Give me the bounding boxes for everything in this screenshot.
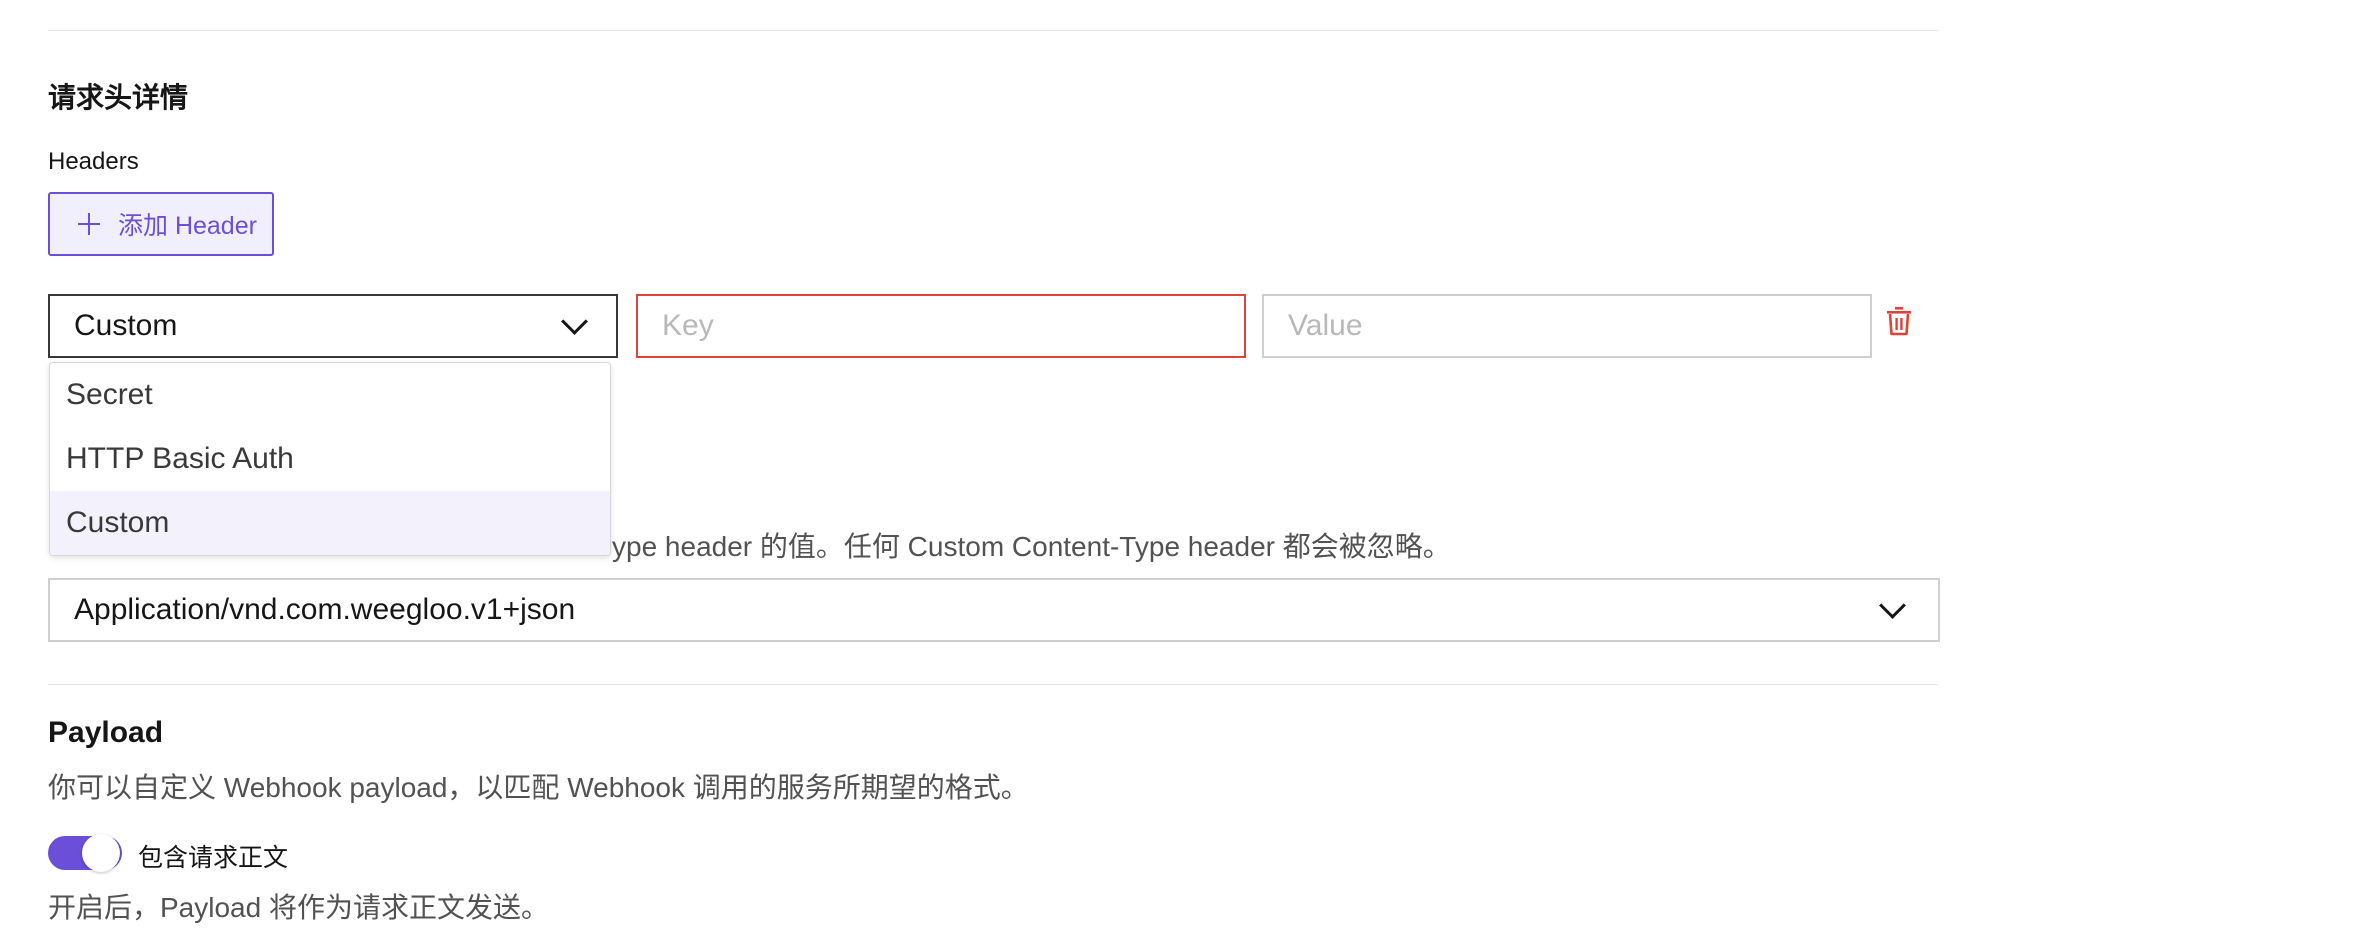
payload-description: 你可以自定义 Webhook payload，以匹配 Webhook 调用的服务… [48,772,1029,803]
header-key-input-wrapper [636,294,1246,358]
content-type-value: Application/vnd.com.weegloo.v1+json [74,593,576,626]
header-key-input[interactable] [638,308,1244,344]
trash-icon[interactable] [1886,306,1912,336]
chevron-down-icon [561,307,588,335]
include-body-help: 开启后，Payload 将作为请求正文发送。 [48,892,549,923]
add-header-label: 添加 Header [118,212,257,240]
content-type-help: ype header 的值。任何 Custom Content-Type hea… [612,531,1451,562]
headers-label: Headers [48,148,139,175]
header-type-value: Custom [74,309,178,342]
headers-section-title: 请求头详情 [48,82,189,113]
option-custom[interactable]: Custom [50,491,610,555]
header-type-select[interactable]: Custom [48,294,618,358]
option-secret[interactable]: Secret [50,363,610,427]
payload-divider [48,684,1938,685]
include-body-label: 包含请求正文 [138,844,289,872]
toggle-knob [82,834,120,872]
header-value-input[interactable] [1264,308,1870,344]
payload-title: Payload [48,716,164,749]
top-divider [48,30,1938,31]
include-body-toggle[interactable] [48,834,122,872]
plus-icon [78,213,100,235]
content-type-select[interactable]: Application/vnd.com.weegloo.v1+json [48,578,1940,642]
option-http-basic-auth[interactable]: HTTP Basic Auth [50,427,610,491]
header-type-dropdown: Secret HTTP Basic Auth Custom [49,362,611,556]
header-value-input-wrapper [1262,294,1872,358]
chevron-down-icon [1879,591,1906,619]
add-header-button[interactable]: 添加 Header [48,192,274,256]
